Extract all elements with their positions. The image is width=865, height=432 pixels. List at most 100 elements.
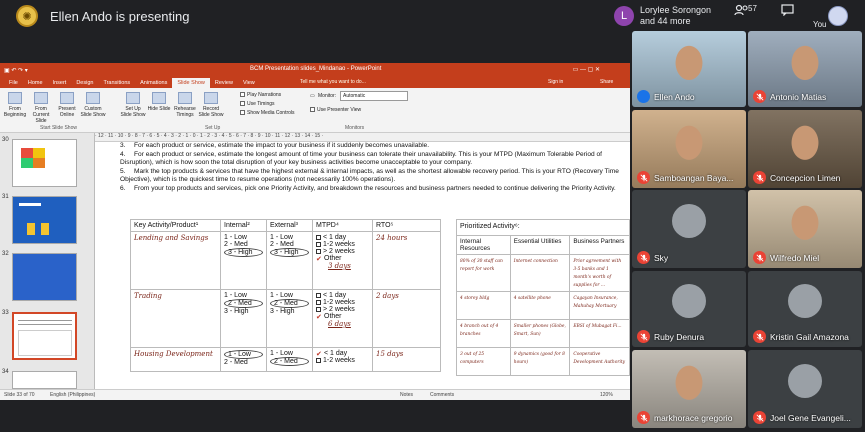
set-up-slide-show-button[interactable]: Set Up Slide Show [120, 92, 146, 118]
slide-thumbnail-34[interactable] [12, 371, 77, 389]
participant-tile[interactable]: Ruby Denura [632, 271, 746, 347]
thumb-number: 32 [2, 251, 9, 257]
group-monitors: Monitors [345, 125, 365, 131]
rating-option: 1 - Low [270, 234, 293, 241]
participant-tile[interactable]: Antonio Matias [748, 31, 862, 107]
people-button[interactable]: 57 [734, 4, 757, 19]
monitor-select[interactable]: Automatic [340, 91, 408, 101]
step-text: Mark the top products & services that ha… [120, 167, 619, 184]
chat-button[interactable] [781, 4, 794, 19]
avatar [788, 364, 822, 399]
mtpd-option: 1-2 weeks [316, 241, 369, 248]
hide-slide-button[interactable]: Hide Slide [146, 92, 172, 112]
mtpd-option: > 2 weeks [316, 248, 369, 255]
participant-name: Joel Gene Evangeli... [770, 413, 851, 423]
checkbox-icon [316, 235, 321, 240]
presenting-label: Ellen Ando is presenting [50, 8, 190, 24]
window-controls[interactable]: ▭ — ▢ ✕ [573, 66, 600, 73]
tab-file[interactable]: File [4, 78, 23, 88]
slide-thumbnail-32[interactable] [12, 253, 77, 301]
col-mtpd: MTPD⁴ [312, 219, 373, 232]
table-row: 3 out of 25 computers 9 dynamics (good fo… [456, 347, 630, 376]
participant-tile[interactable]: Kristin Gail Amazona [748, 271, 862, 347]
custom-slide-show-button[interactable]: Custom Slide Show [80, 92, 106, 118]
prio-cell: Cagayan Insurance, Mahuhay Mortuary [569, 291, 630, 320]
tell-me-box[interactable]: Tell me what you want to do... [300, 79, 366, 85]
mtpd-option: 1-2 weeks [316, 299, 369, 306]
col-internal: Internal² [220, 219, 267, 232]
ribbon-icon [152, 92, 166, 104]
participant-name: Kristin Gail Amazona [770, 332, 849, 342]
presenter-view-checkbox[interactable]: Use Presenter View [310, 107, 361, 113]
use-timings-checkbox[interactable]: Use Timings [240, 101, 275, 107]
button-label: Record Slide Show [198, 106, 224, 118]
you-label: You [813, 20, 827, 29]
check-mark-icon: ✔ [316, 314, 322, 321]
self-avatar[interactable] [828, 6, 848, 26]
activity-name: Housing Development [134, 350, 213, 358]
sign-in-link[interactable]: Sign in [548, 79, 563, 85]
comments-button[interactable]: Comments [430, 390, 454, 400]
participant-name: Antonio Matias [770, 92, 827, 102]
step-number: 3. [120, 142, 126, 149]
mic-muted-icon [637, 251, 650, 264]
rehearse-timings-button[interactable]: Rehearse Timings [172, 92, 198, 118]
present-online-button[interactable]: Present Online [54, 92, 80, 118]
tab-home[interactable]: Home [23, 78, 48, 88]
instruction-step: 4. For each product or service, estimate … [120, 151, 630, 168]
language: English (Philippines) [49, 392, 96, 398]
rating-option: 3 - High [270, 248, 309, 257]
speaking-indicator-icon [637, 90, 650, 103]
thumb-number: 34 [2, 369, 9, 375]
participant-tile[interactable]: Concepcion Limen [748, 110, 862, 188]
participant-tile[interactable]: Sky [632, 190, 746, 268]
participant-tile[interactable]: markhorace gregorio [632, 350, 746, 428]
participant-tile[interactable]: Joel Gene Evangeli... [748, 350, 862, 428]
prio-cell: 4 storey bldg [456, 291, 511, 320]
participant-name: Concepcion Limen [770, 173, 841, 183]
slide-thumbnail-33[interactable] [12, 312, 77, 360]
slide-thumbnail-31[interactable] [12, 196, 77, 244]
show-media-controls-checkbox[interactable]: Show Media Controls [240, 110, 295, 116]
tab-view[interactable]: View [238, 78, 260, 88]
step-number: 5. [120, 167, 126, 175]
tab-slide-show[interactable]: Slide Show [172, 78, 210, 88]
slide-canvas[interactable]: 3. For each product or service, estimate … [100, 142, 630, 389]
tab-review[interactable]: Review [210, 78, 238, 88]
prio-cell: Prior agreement with 3-5 banks and 1 mon… [569, 254, 630, 292]
rating-option: 1 - Low [224, 234, 247, 241]
from-beginning-button[interactable]: From Beginning [2, 92, 28, 118]
record-slide-show-button[interactable]: Record Slide Show [198, 92, 224, 118]
rating-option: 3 - High [224, 308, 249, 315]
notes-button[interactable]: Notes [400, 390, 413, 400]
ribbon-icon [126, 92, 140, 104]
ribbon-icon [178, 92, 192, 104]
participant-tile[interactable]: Ellen Ando [632, 31, 746, 107]
button-label: Rehearse Timings [174, 106, 196, 118]
slide-thumbnail-30[interactable] [12, 139, 77, 187]
button-label: Set Up Slide Show [120, 106, 146, 118]
zoom-level[interactable]: 120% [600, 390, 613, 400]
rating-option: 2 - Med [270, 241, 294, 248]
mtpd-note: 6 days [328, 320, 351, 328]
checkbox-icon [316, 300, 321, 305]
from-current-slide-button[interactable]: From Current Slide [28, 92, 54, 124]
participant-name: markhorace gregorio [654, 413, 733, 423]
play-narrations-checkbox[interactable]: Play Narrations [240, 92, 281, 98]
tab-animations[interactable]: Animations [135, 78, 172, 88]
share-button[interactable]: Share [600, 79, 613, 85]
table-row: 4 storey bldg 4 satellite phone Cagayan In… [456, 291, 630, 320]
save-icon[interactable]: ▣ ↶ ↷ ▾ [4, 67, 28, 74]
tab-insert[interactable]: Insert [48, 78, 72, 88]
mic-muted-icon [637, 330, 650, 343]
notification-name: Lorylee Sorongon [640, 5, 712, 15]
thumb-number: 30 [2, 137, 9, 143]
prio-cell: 80% of 30 staff can report for work [456, 254, 511, 292]
participant-tile[interactable]: Wilfredo Miel [748, 190, 862, 268]
participant-tile[interactable]: Samboangan Baya... [632, 110, 746, 188]
tab-design[interactable]: Design [71, 78, 98, 88]
tab-transitions[interactable]: Transitions [98, 78, 135, 88]
mtpd-note: 3 days [328, 262, 351, 270]
external-cell: 1 - Low 2 - Med 3 - High [266, 289, 313, 348]
internal-cell: 1 - Low 2 - Med [220, 347, 267, 372]
